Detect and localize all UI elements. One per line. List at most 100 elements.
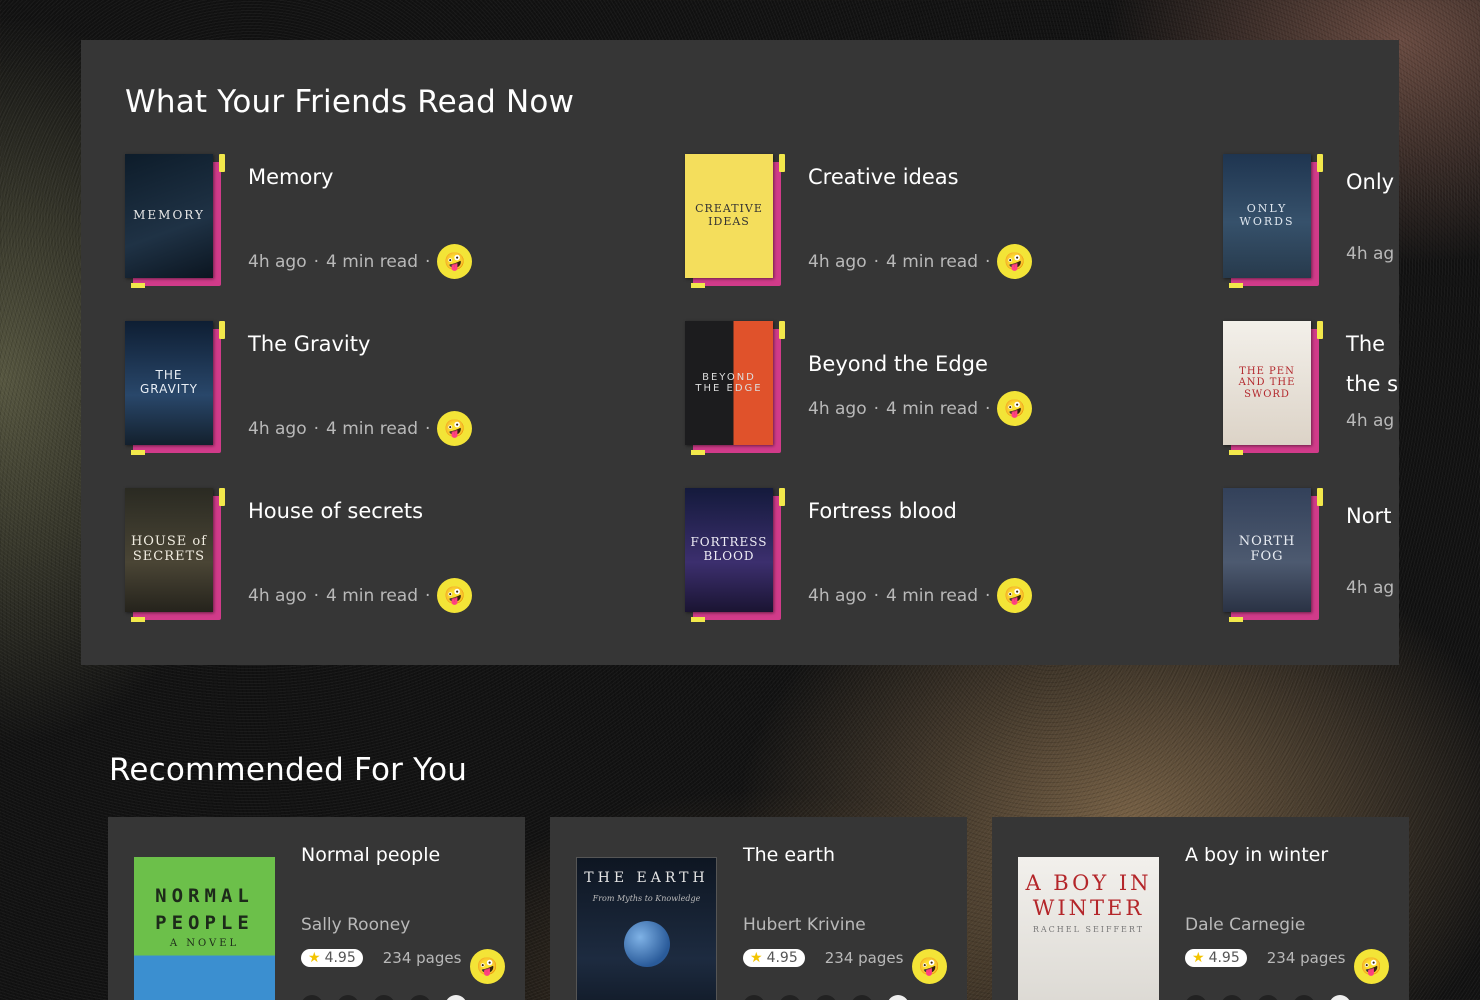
read-time: 4 min read xyxy=(326,418,418,439)
star-icon: ★ xyxy=(750,950,763,966)
book-title-line2[interactable]: the s xyxy=(1346,372,1398,396)
book-meta: 4h ago · 4 min read · 🤪 xyxy=(248,244,473,279)
book-meta: 4h ag xyxy=(1346,578,1394,598)
book-title[interactable]: The xyxy=(1346,332,1385,356)
time-ago: 4h ago xyxy=(248,585,307,606)
page-count: 234 pages xyxy=(1266,949,1346,967)
book-cover[interactable]: THE EARTH From Myths to Knowledge xyxy=(576,857,717,1000)
book-cover[interactable]: MEMORY xyxy=(125,154,213,278)
reader-avatars xyxy=(743,995,909,1000)
avatar xyxy=(301,995,323,1000)
time-ago: 4h ag xyxy=(1346,578,1395,598)
book-title[interactable]: Only xyxy=(1346,170,1394,194)
book-cover[interactable]: NORTH FOG xyxy=(1223,488,1311,612)
read-time: 4 min read xyxy=(326,251,418,272)
book-title[interactable]: Nort xyxy=(1346,504,1391,528)
book-meta: 4h ag xyxy=(1346,411,1394,431)
book-meta: ★ 4.95 234 pages xyxy=(1185,949,1345,967)
star-icon: ★ xyxy=(1192,950,1205,966)
friend-book-item[interactable]: MEMORY Memory 4h ago · 4 min read · 🤪 xyxy=(125,154,645,294)
recommended-book-card[interactable]: THE EARTH From Myths to Knowledge The ea… xyxy=(550,817,967,1000)
book-cover[interactable]: A BOY IN WINTER RACHEL SEIFFERT xyxy=(1018,857,1159,1000)
book-cover[interactable]: NORMAL PEOPLE A NOVEL xyxy=(134,857,275,1000)
book-cover[interactable]: THE PEN AND THE SWORD xyxy=(1223,321,1311,445)
book-title[interactable]: Fortress blood xyxy=(808,499,957,523)
time-ago: 4h ag xyxy=(1346,244,1395,264)
friend-book-item[interactable]: ONLY WORDS Only 4h ag xyxy=(1223,154,1399,294)
book-author[interactable]: Sally Rooney xyxy=(301,915,410,935)
book-title[interactable]: A boy in winter xyxy=(1185,844,1328,866)
friend-book-item[interactable]: HOUSE of SECRETS House of secrets 4h ago… xyxy=(125,488,645,628)
book-cover-stack[interactable]: THE PEN AND THE SWORD xyxy=(1223,321,1323,455)
book-title[interactable]: Creative ideas xyxy=(808,165,959,189)
book-cover-stack[interactable]: FORTRESS BLOOD xyxy=(685,488,785,622)
rating-badge: ★ 4.95 xyxy=(301,949,363,967)
book-meta: ★ 4.95 234 pages xyxy=(743,949,903,967)
time-ago: 4h ago xyxy=(808,251,867,272)
book-cover[interactable]: CREATIVE IDEAS xyxy=(685,154,773,278)
friend-book-item[interactable]: FORTRESS BLOOD Fortress blood 4h ago · 4 … xyxy=(685,488,1205,628)
book-cover[interactable]: FORTRESS BLOOD xyxy=(685,488,773,612)
rating-badge: ★ 4.95 xyxy=(1185,949,1247,967)
book-author[interactable]: Hubert Krivine xyxy=(743,915,866,935)
page-count: 234 pages xyxy=(382,949,462,967)
book-cover[interactable]: THE GRAVITY xyxy=(125,321,213,445)
book-meta: 4h ago · 4 min read · 🤪 xyxy=(248,578,473,613)
book-cover[interactable]: BEYOND THE EDGE xyxy=(685,321,773,445)
book-cover-stack[interactable]: CREATIVE IDEAS xyxy=(685,154,785,288)
recommended-book-card[interactable]: NORMAL PEOPLE A NOVEL Normal people Sall… xyxy=(108,817,525,1000)
book-title[interactable]: Beyond the Edge xyxy=(808,352,988,376)
time-ago: 4h ago xyxy=(808,398,867,419)
reaction-emoji-icon[interactable]: 🤪 xyxy=(912,949,947,984)
book-cover[interactable]: ONLY WORDS xyxy=(1223,154,1311,278)
book-author[interactable]: Dale Carnegie xyxy=(1185,915,1305,935)
recommended-book-card[interactable]: A BOY IN WINTER RACHEL SEIFFERT A boy in… xyxy=(992,817,1409,1000)
book-cover[interactable]: HOUSE of SECRETS xyxy=(125,488,213,612)
book-meta: 4h ago · 4 min read · 🤪 xyxy=(808,391,1033,426)
book-cover-stack[interactable]: NORTH FOG xyxy=(1223,488,1323,622)
book-meta: 4h ag xyxy=(1346,244,1394,264)
book-title[interactable]: Normal people xyxy=(301,844,440,866)
reaction-emoji-icon[interactable]: 🤪 xyxy=(997,244,1033,279)
book-cover-stack[interactable]: BEYOND THE EDGE xyxy=(685,321,785,455)
friend-book-item[interactable]: BEYOND THE EDGE Beyond the Edge 4h ago · … xyxy=(685,321,1205,461)
avatar xyxy=(1329,995,1351,1000)
avatar xyxy=(743,995,765,1000)
book-cover-stack[interactable]: ONLY WORDS xyxy=(1223,154,1323,288)
reaction-emoji-icon[interactable]: 🤪 xyxy=(997,391,1033,426)
avatar xyxy=(887,995,909,1000)
book-meta: 4h ago · 4 min read · 🤪 xyxy=(808,244,1033,279)
reaction-emoji-icon[interactable]: 🤪 xyxy=(437,411,473,446)
reaction-emoji-icon[interactable]: 🤪 xyxy=(437,244,473,279)
book-title[interactable]: Memory xyxy=(248,165,333,189)
reaction-emoji-icon[interactable]: 🤪 xyxy=(437,578,473,613)
friends-grid: MEMORY Memory 4h ago · 4 min read · 🤪 CREA… xyxy=(125,154,1399,634)
avatar xyxy=(779,995,801,1000)
read-time: 4 min read xyxy=(326,585,418,606)
friend-book-item[interactable]: NORTH FOG Nort 4h ag xyxy=(1223,488,1399,628)
time-ago: 4h ag xyxy=(1346,411,1395,431)
rating-value: 4.95 xyxy=(766,950,798,966)
reader-avatars xyxy=(1185,995,1351,1000)
reaction-emoji-icon[interactable]: 🤪 xyxy=(1354,949,1389,984)
reaction-emoji-icon[interactable]: 🤪 xyxy=(470,949,505,984)
book-title[interactable]: The earth xyxy=(743,844,835,866)
avatar xyxy=(1221,995,1243,1000)
avatar xyxy=(373,995,395,1000)
avatar xyxy=(337,995,359,1000)
rating-badge: ★ 4.95 xyxy=(743,949,805,967)
friend-book-item[interactable]: THE GRAVITY The Gravity 4h ago · 4 min re… xyxy=(125,321,645,461)
book-cover-stack[interactable]: MEMORY xyxy=(125,154,225,288)
book-cover-stack[interactable]: HOUSE of SECRETS xyxy=(125,488,225,622)
friend-book-item[interactable]: THE PEN AND THE SWORD The the s 4h ag xyxy=(1223,321,1399,461)
avatar xyxy=(815,995,837,1000)
time-ago: 4h ago xyxy=(248,251,307,272)
book-cover-stack[interactable]: THE GRAVITY xyxy=(125,321,225,455)
reaction-emoji-icon[interactable]: 🤪 xyxy=(997,578,1033,613)
reader-avatars xyxy=(301,995,467,1000)
book-title[interactable]: The Gravity xyxy=(248,332,370,356)
friend-book-item[interactable]: CREATIVE IDEAS Creative ideas 4h ago · 4 … xyxy=(685,154,1205,294)
book-title[interactable]: House of secrets xyxy=(248,499,423,523)
friends-section-title: What Your Friends Read Now xyxy=(125,84,575,120)
book-meta: ★ 4.95 234 pages xyxy=(301,949,461,967)
